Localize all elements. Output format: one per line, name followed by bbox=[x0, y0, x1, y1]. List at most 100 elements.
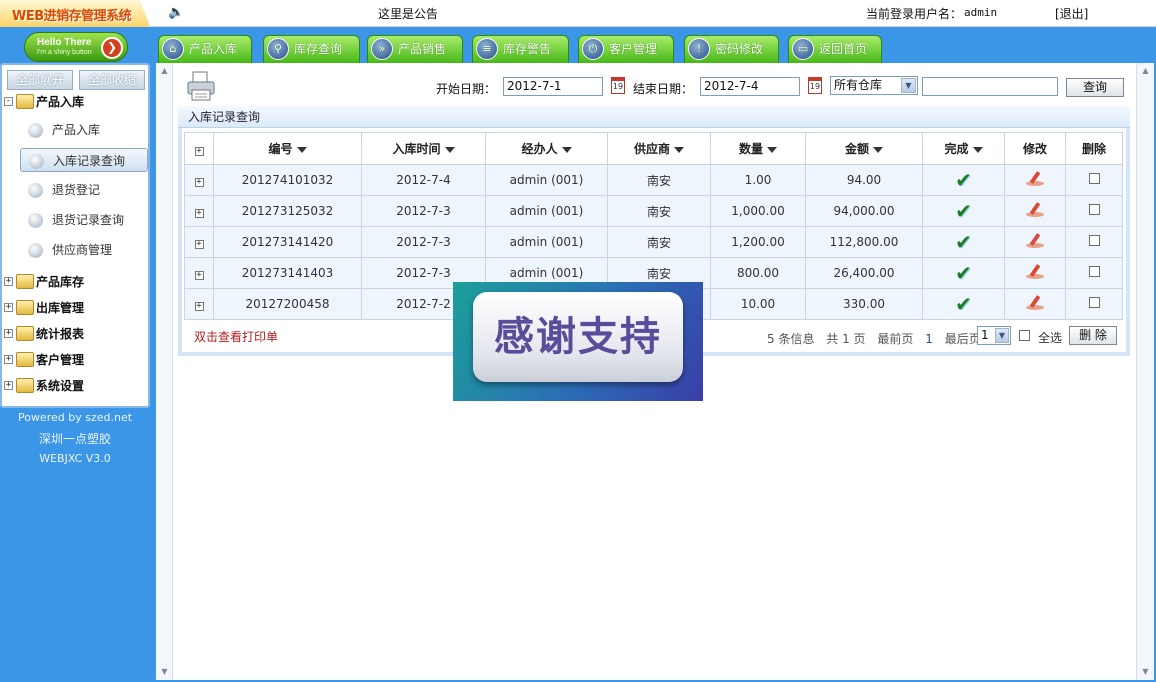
folder-icon bbox=[16, 326, 34, 341]
sort-icon[interactable] bbox=[444, 146, 455, 153]
plus-icon[interactable]: + bbox=[194, 146, 204, 156]
nav-tab-6[interactable]: ▭ 返回首页 bbox=[788, 35, 882, 63]
plus-icon[interactable]: + bbox=[194, 209, 204, 218]
query-button[interactable]: 查询 bbox=[1066, 78, 1124, 97]
edit-icon[interactable] bbox=[1024, 263, 1046, 280]
left-scrollbar[interactable]: ▲ ▼ bbox=[156, 63, 173, 680]
col-header-id[interactable]: 编号 bbox=[213, 132, 362, 165]
delete-button[interactable]: 删 除 bbox=[1069, 326, 1117, 345]
start-date-input[interactable]: 2012-7-1 bbox=[503, 77, 603, 96]
nav-tab-0[interactable]: ⌂ 产品入库 bbox=[158, 35, 252, 63]
warehouse-select[interactable]: 所有仓库 ▼ bbox=[830, 76, 918, 95]
right-scrollbar[interactable]: ▲ ▼ bbox=[1136, 63, 1153, 680]
plus-icon[interactable]: + bbox=[194, 178, 204, 187]
row-checkbox[interactable] bbox=[1088, 266, 1100, 277]
plus-icon[interactable]: + bbox=[4, 381, 13, 390]
sidebar-group[interactable]: + 出库管理 bbox=[4, 298, 84, 318]
cell-delete bbox=[1065, 288, 1123, 320]
row-checkbox[interactable] bbox=[1088, 204, 1100, 215]
checkmark-icon[interactable]: ✔ bbox=[955, 263, 972, 283]
expand-all-button[interactable]: 全部展开 bbox=[7, 70, 73, 90]
plus-icon[interactable]: + bbox=[194, 271, 204, 280]
current-page: 1 bbox=[925, 332, 933, 346]
col-header-handler[interactable]: 经办人 bbox=[485, 132, 608, 165]
nav-tab-1[interactable]: ⚲ 库存查询 bbox=[263, 35, 360, 63]
plus-icon[interactable]: + bbox=[4, 277, 13, 286]
scroll-up-icon[interactable]: ▲ bbox=[160, 67, 169, 75]
sidebar-item[interactable]: 产品入库 bbox=[20, 118, 148, 142]
select-all-checkbox[interactable] bbox=[1019, 330, 1030, 341]
nav-tab-3[interactable]: ≡ 库存警告 bbox=[472, 35, 569, 63]
cell-id: 20127200458 bbox=[213, 288, 362, 320]
sidebar-group[interactable]: + 统计报表 bbox=[4, 324, 84, 344]
sort-icon[interactable] bbox=[561, 146, 572, 153]
sidebar-item[interactable]: 退货记录查询 bbox=[20, 208, 148, 232]
cell-qty: 1,200.00 bbox=[710, 226, 806, 258]
row-checkbox[interactable] bbox=[1088, 297, 1100, 308]
last-page-link[interactable]: 最后页 bbox=[945, 332, 981, 346]
edit-icon[interactable] bbox=[1024, 232, 1046, 249]
plus-icon[interactable]: + bbox=[194, 240, 204, 249]
sort-icon[interactable] bbox=[767, 146, 777, 153]
calendar-icon[interactable]: 19 bbox=[611, 77, 625, 94]
sidebar-group[interactable]: - 产品入库 bbox=[4, 92, 84, 112]
chevron-down-icon: ▼ bbox=[995, 328, 1009, 343]
sidebar-group[interactable]: + 客户管理 bbox=[4, 350, 84, 370]
printer-icon[interactable] bbox=[186, 70, 216, 102]
nav-tab-label: 密码修改 bbox=[715, 42, 764, 56]
sidebar-group[interactable]: + 产品库存 bbox=[4, 272, 84, 292]
checkmark-icon[interactable]: ✔ bbox=[955, 201, 972, 221]
cell-done: ✔ bbox=[922, 164, 1005, 196]
checkmark-icon[interactable]: ✔ bbox=[955, 170, 972, 190]
table-row[interactable]: +201273141420 2012-7-3 admin (001) 南安 1,200.… bbox=[184, 226, 1123, 258]
sidebar-item[interactable]: 入库记录查询 bbox=[20, 148, 148, 172]
col-header-time[interactable]: 入库时间 bbox=[361, 132, 486, 165]
nav-tab-2[interactable]: » 产品销售 bbox=[367, 35, 463, 63]
scroll-up-icon[interactable]: ▲ bbox=[1141, 67, 1150, 75]
version-text: WEBJXC V3.0 bbox=[39, 452, 111, 465]
query-input[interactable] bbox=[922, 77, 1058, 96]
row-checkbox[interactable] bbox=[1088, 235, 1100, 246]
hello-button[interactable]: Hello There I'm a shiny button ❯ bbox=[24, 32, 128, 62]
row-checkbox[interactable] bbox=[1088, 173, 1100, 184]
plus-icon[interactable]: + bbox=[194, 302, 204, 311]
plus-icon[interactable]: + bbox=[4, 355, 13, 364]
col-header-done[interactable]: 完成 bbox=[922, 132, 1005, 165]
sort-icon[interactable] bbox=[296, 146, 307, 153]
checkmark-icon[interactable]: ✔ bbox=[955, 232, 972, 252]
top-bar: WEB进销存管理系统 🔈 这里是公告 当前登录用户名： admin [退出] bbox=[0, 0, 1156, 27]
orb-icon bbox=[29, 154, 44, 169]
table-row[interactable]: +201273125032 2012-7-3 admin (001) 南安 1,000.… bbox=[184, 195, 1123, 227]
nav-tab-4[interactable]: ⏻ 客户管理 bbox=[578, 35, 674, 63]
sort-icon[interactable] bbox=[972, 146, 983, 153]
first-page-link[interactable]: 最前页 bbox=[877, 332, 913, 346]
page-select[interactable]: 1 ▼ bbox=[977, 326, 1011, 345]
logout-link[interactable]: [退出] bbox=[1055, 5, 1088, 22]
col-header-amount[interactable]: 金额 bbox=[805, 132, 923, 165]
cell-time: 2012-7-4 bbox=[361, 164, 486, 196]
minus-icon[interactable]: - bbox=[4, 97, 13, 106]
sidebar-item[interactable]: 供应商管理 bbox=[20, 238, 148, 262]
plus-icon[interactable]: + bbox=[4, 329, 13, 338]
plus-icon[interactable]: + bbox=[4, 303, 13, 312]
calendar-icon[interactable]: 19 bbox=[808, 77, 822, 94]
nav-tab-5[interactable]: ! 密码修改 bbox=[684, 35, 779, 63]
scroll-down-icon[interactable]: ▼ bbox=[160, 668, 169, 676]
col-header-qty[interactable]: 数量 bbox=[710, 132, 806, 165]
sort-icon[interactable] bbox=[674, 146, 684, 153]
sidebar-group[interactable]: + 系统设置 bbox=[4, 376, 84, 396]
checkmark-icon[interactable]: ✔ bbox=[955, 294, 972, 314]
col-header-supplier[interactable]: 供应商 bbox=[607, 132, 711, 165]
collapse-all-button[interactable]: 全部收缩 bbox=[79, 70, 145, 90]
edit-icon[interactable] bbox=[1024, 201, 1046, 218]
edit-icon[interactable] bbox=[1024, 294, 1046, 311]
sort-icon[interactable] bbox=[873, 146, 883, 153]
table-row[interactable]: +201274101032 2012-7-4 admin (001) 南安 1.00 94… bbox=[184, 164, 1123, 196]
sidebar-item[interactable]: 退货登记 bbox=[20, 178, 148, 202]
end-date-input[interactable]: 2012-7-4 bbox=[700, 77, 800, 96]
app-logo: WEB进销存管理系统 bbox=[0, 0, 150, 27]
page-select-value: 1 bbox=[981, 328, 989, 342]
edit-icon[interactable] bbox=[1024, 170, 1046, 187]
print-link[interactable]: 双击查看打印单 bbox=[194, 328, 278, 345]
scroll-down-icon[interactable]: ▼ bbox=[1141, 668, 1150, 676]
